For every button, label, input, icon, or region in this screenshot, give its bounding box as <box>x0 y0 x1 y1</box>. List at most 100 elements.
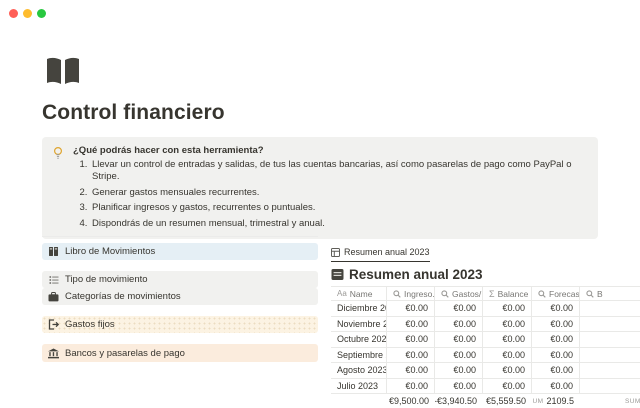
row-value-cell[interactable]: €0.00 <box>483 332 532 347</box>
row-value-cell[interactable] <box>580 317 640 332</box>
row-value-cell[interactable]: €0.00 <box>483 379 532 394</box>
divider <box>42 236 318 237</box>
linked-view-gastos-fijos[interactable]: Gastos fijos <box>42 316 318 333</box>
table-row[interactable]: Septiembre 2023 €0.00 €0.00 €0.00 €0.00 <box>331 348 640 364</box>
linked-view-label: Bancos y pasarelas de pago <box>65 348 185 359</box>
linked-view-tipo-de-movimiento[interactable]: Tipo de movimiento <box>42 271 318 288</box>
row-name-cell[interactable]: Agosto 2023 <box>331 363 387 378</box>
table-row[interactable]: Agosto 2023 €0.00 €0.00 €0.00 €0.00 <box>331 363 640 379</box>
database-panel: Resumen anual 2023 Resumen anual 2023 Aa… <box>331 246 640 408</box>
calc-cell[interactable]: SUM <box>580 394 640 408</box>
books-icon <box>48 246 59 257</box>
calc-cell[interactable] <box>331 394 387 408</box>
row-value-cell[interactable]: €0.00 <box>387 317 435 332</box>
list-icon <box>48 274 59 285</box>
row-value-cell[interactable]: €0.00 <box>435 348 483 363</box>
row-value-cell[interactable]: €0.00 <box>387 348 435 363</box>
row-value-cell[interactable]: €0.00 <box>387 301 435 316</box>
row-value-cell[interactable]: €0.00 <box>435 379 483 394</box>
row-name-cell[interactable]: Octubre 2023 <box>331 332 387 347</box>
rollup-icon <box>393 290 401 298</box>
row-value-cell[interactable]: €0.00 <box>532 363 580 378</box>
row-value-cell[interactable]: €0.00 <box>483 348 532 363</box>
row-value-cell[interactable]: €0.00 <box>532 317 580 332</box>
row-value-cell[interactable]: €0.00 <box>532 332 580 347</box>
open-book-icon[interactable] <box>45 56 81 86</box>
window-controls <box>9 9 46 18</box>
zoom-button[interactable] <box>37 9 46 18</box>
callout-list: Llevar un control de entradas y salidas,… <box>73 159 588 230</box>
table-view-icon <box>331 248 340 257</box>
journal-icon <box>331 268 344 281</box>
calc-cell[interactable]: SUM -€3,940.50 <box>435 394 483 408</box>
row-value-cell[interactable]: €0.00 <box>532 379 580 394</box>
row-name-cell[interactable]: Septiembre 2023 <box>331 348 387 363</box>
linked-view-label: Gastos fijos <box>65 319 115 330</box>
summary-table: Aa Name Ingreso... Gastos/ ... Σ Balance… <box>331 286 640 408</box>
column-header-name[interactable]: Aa Name <box>331 287 387 300</box>
row-value-cell[interactable]: €0.00 <box>483 301 532 316</box>
linked-view-label: Categorías de movimientos <box>65 291 181 302</box>
exit-arrow-icon <box>48 319 59 330</box>
table-calc-row: SUM €9,500.00 SUM -€3,940.50 SUM €5,559.… <box>331 394 640 408</box>
database-title-row: Resumen anual 2023 <box>331 266 640 283</box>
rollup-icon <box>586 290 594 298</box>
row-name-cell[interactable]: Noviembre 2023 <box>331 317 387 332</box>
column-header-forecast[interactable]: Forecast <box>532 287 580 300</box>
close-button[interactable] <box>9 9 18 18</box>
table-row[interactable]: Noviembre 2023 €0.00 €0.00 €0.00 €0.00 <box>331 317 640 333</box>
view-tabs: Resumen anual 2023 <box>331 246 640 262</box>
page-title: Control financiero <box>42 101 225 125</box>
formula-icon: Σ <box>489 289 495 299</box>
table-row[interactable]: Diciembre 2023 €0.00 €0.00 €0.00 €0.00 <box>331 301 640 317</box>
row-value-cell[interactable]: €0.00 <box>435 301 483 316</box>
linked-view-libro-de-movimientos[interactable]: Libro de Movimientos <box>42 243 318 260</box>
table-row[interactable]: Julio 2023 €0.00 €0.00 €0.00 €0.00 <box>331 379 640 395</box>
title-property-icon: Aa <box>337 289 347 298</box>
callout-content: ¿Qué podrás hacer con esta herramienta? … <box>73 145 588 230</box>
database-title: Resumen anual 2023 <box>349 267 483 282</box>
table-row[interactable]: Octubre 2023 €0.00 €0.00 €0.00 €0.00 <box>331 332 640 348</box>
view-tab-resumen-anual[interactable]: Resumen anual 2023 <box>331 246 430 262</box>
linked-view-bancos-y-pasarelas[interactable]: Bancos y pasarelas de pago <box>42 344 318 362</box>
row-value-cell[interactable]: €0.00 <box>483 363 532 378</box>
row-value-cell[interactable]: €0.00 <box>435 317 483 332</box>
calc-cell[interactable]: SUM €5,559.50 <box>483 394 532 408</box>
view-tab-label: Resumen anual 2023 <box>344 247 430 257</box>
column-header-balance[interactable]: Σ Balance <box>483 287 532 300</box>
row-value-cell[interactable] <box>580 301 640 316</box>
row-value-cell[interactable]: €0.00 <box>387 379 435 394</box>
rollup-icon <box>441 290 449 298</box>
calc-cell[interactable]: SUM 2109.5 <box>532 394 580 408</box>
row-value-cell[interactable] <box>580 348 640 363</box>
row-value-cell[interactable]: €0.00 <box>532 348 580 363</box>
row-name-cell[interactable]: Julio 2023 <box>331 379 387 394</box>
callout-list-item: Planificar ingresos y gastos, recurrente… <box>90 202 588 214</box>
rollup-icon <box>538 290 546 298</box>
linked-view-label: Libro de Movimientos <box>65 246 155 257</box>
row-value-cell[interactable] <box>580 332 640 347</box>
callout: ¿Qué podrás hacer con esta herramienta? … <box>42 137 598 239</box>
calc-cell[interactable]: SUM €9,500.00 <box>387 394 435 408</box>
linked-view-label: Tipo de movimiento <box>65 274 148 285</box>
row-value-cell[interactable] <box>580 379 640 394</box>
row-value-cell[interactable]: €0.00 <box>387 363 435 378</box>
bank-icon <box>48 348 59 359</box>
briefcase-icon <box>48 291 59 302</box>
row-value-cell[interactable]: €0.00 <box>435 363 483 378</box>
table-header-row: Aa Name Ingreso... Gastos/ ... Σ Balance… <box>331 287 640 301</box>
row-name-cell[interactable]: Diciembre 2023 <box>331 301 387 316</box>
column-header-gastos[interactable]: Gastos/ ... <box>435 287 483 300</box>
lightbulb-icon <box>52 145 64 230</box>
row-value-cell[interactable]: €0.00 <box>387 332 435 347</box>
column-header-ingresos[interactable]: Ingreso... <box>387 287 435 300</box>
row-value-cell[interactable]: €0.00 <box>532 301 580 316</box>
callout-list-item: Dispondrás de un resumen mensual, trimes… <box>90 218 588 230</box>
row-value-cell[interactable] <box>580 363 640 378</box>
minimize-button[interactable] <box>23 9 32 18</box>
linked-view-categorias-de-movimientos[interactable]: Categorías de movimientos <box>42 288 318 305</box>
column-header-b[interactable]: B <box>580 287 640 300</box>
row-value-cell[interactable]: €0.00 <box>483 317 532 332</box>
row-value-cell[interactable]: €0.00 <box>435 332 483 347</box>
callout-heading: ¿Qué podrás hacer con esta herramienta? <box>73 145 588 157</box>
